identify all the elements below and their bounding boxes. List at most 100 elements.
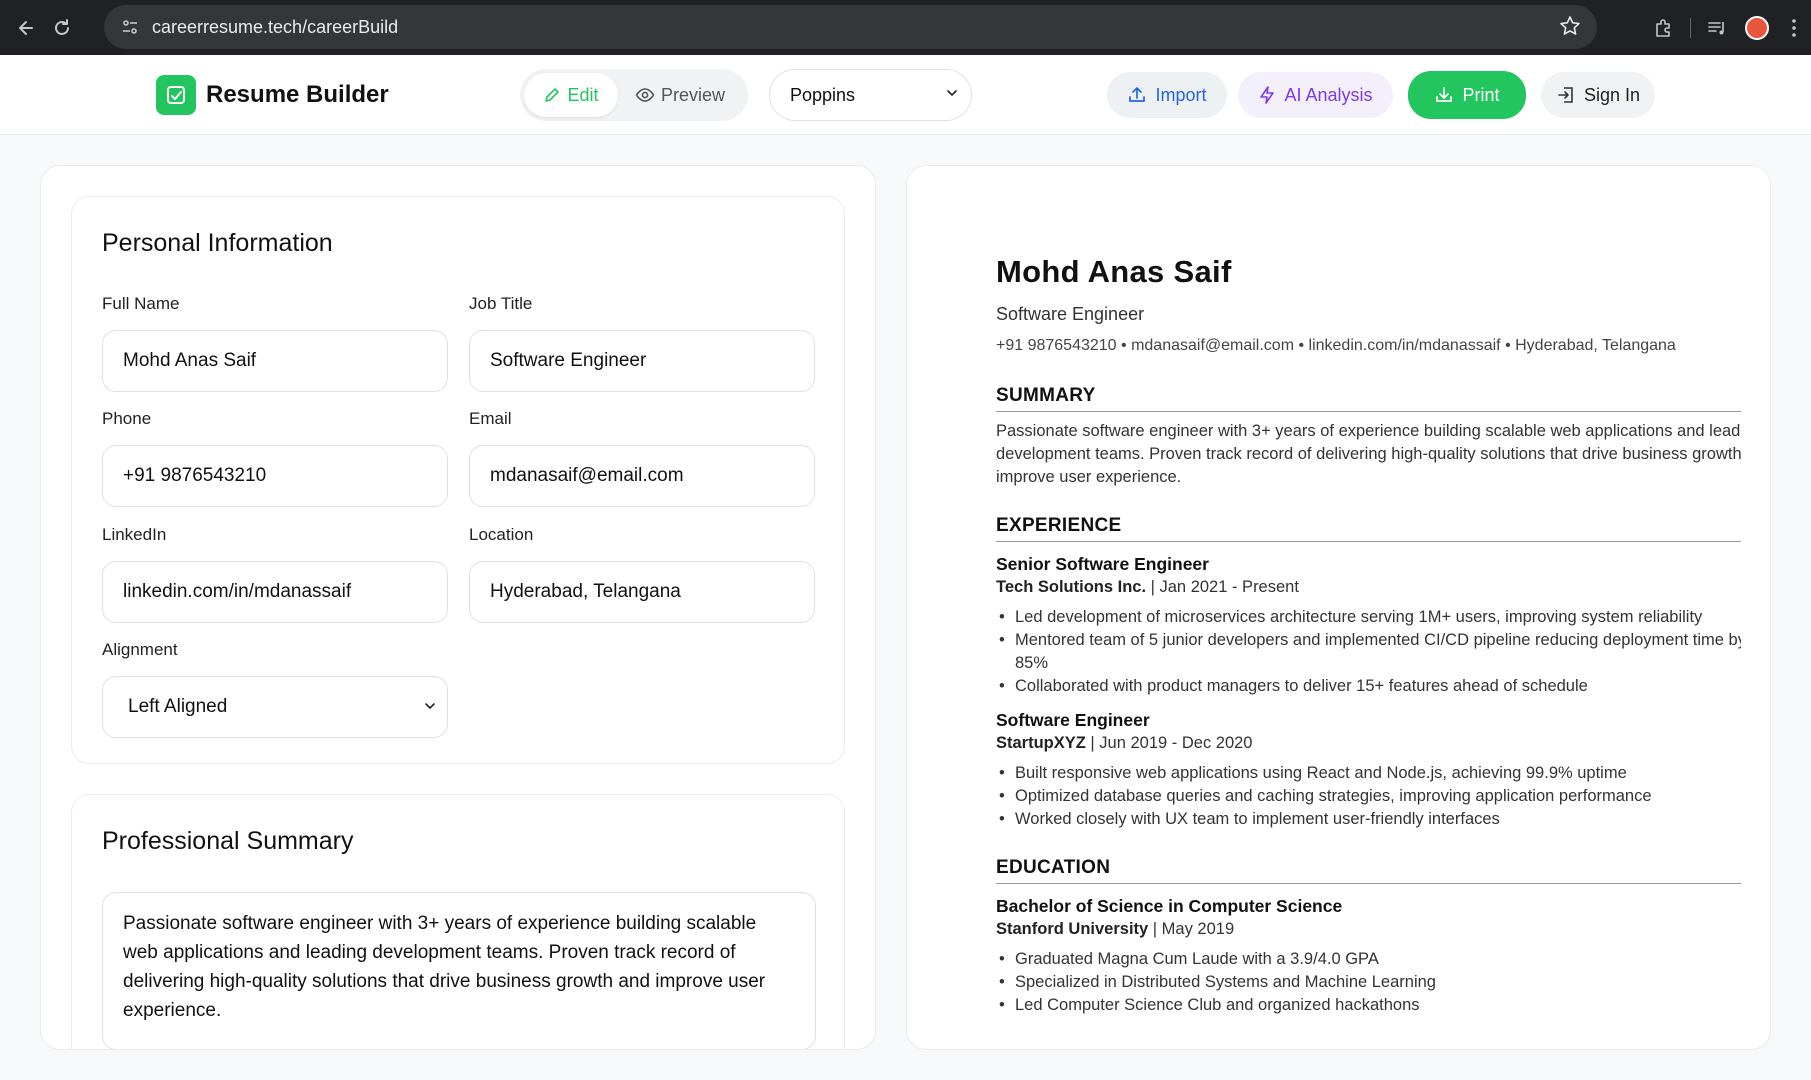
list-item: Collaborated with product managers to de… bbox=[996, 675, 1741, 698]
address-bar[interactable]: careerresume.tech/careerBuild bbox=[104, 5, 1597, 49]
professional-summary-heading: Professional Summary bbox=[102, 827, 354, 855]
location-input[interactable]: Hyderabad, Telangana bbox=[469, 561, 815, 623]
job-entry-dates: | Jan 2021 - Present bbox=[1146, 578, 1299, 596]
resume-document: Mohd Anas Saif Software Engineer +91 987… bbox=[996, 254, 1741, 1017]
resume-name: Mohd Anas Saif bbox=[996, 254, 1232, 289]
toolbar-divider bbox=[1690, 17, 1691, 38]
list-item: Led development of microservices archite… bbox=[996, 606, 1741, 629]
chevron-down-icon bbox=[425, 703, 435, 710]
resume-education-section: EDUCATION Bachelor of Science in Compute… bbox=[996, 857, 1741, 1017]
list-item: Led Computer Science Club and organized … bbox=[996, 994, 1741, 1017]
job-entry-company-line: StartupXYZ | Jun 2019 - Dec 2020 bbox=[996, 734, 1741, 758]
education-degree: Bachelor of Science in Computer Science bbox=[996, 896, 1343, 916]
email-input[interactable]: mdanasaif@email.com bbox=[469, 445, 815, 507]
job-title-label: Job Title bbox=[469, 294, 533, 313]
education-school-line: Stanford University | May 2019 bbox=[996, 920, 1741, 944]
chevron-down-icon bbox=[947, 90, 957, 97]
import-button[interactable]: Import bbox=[1107, 72, 1227, 118]
full-name-input[interactable]: Mohd Anas Saif bbox=[102, 330, 448, 392]
app-header: Resume Builder Edit Preview Poppins Impo… bbox=[0, 55, 1811, 135]
url-text: careerresume.tech/careerBuild bbox=[152, 16, 399, 37]
summary-textarea[interactable]: Passionate software engineer with 3+ yea… bbox=[102, 892, 816, 1049]
job-entry-company: StartupXYZ bbox=[996, 734, 1086, 752]
editor-panel[interactable]: Personal Information Full Name Mohd Anas… bbox=[40, 165, 876, 1050]
job-entry-company: Tech Solutions Inc. bbox=[996, 578, 1147, 596]
location-label: Location bbox=[469, 525, 534, 544]
summary-section-heading: SUMMARY bbox=[996, 385, 1741, 412]
brand[interactable]: Resume Builder bbox=[156, 75, 389, 115]
font-select[interactable]: Poppins bbox=[769, 69, 972, 121]
back-arrow-icon[interactable] bbox=[8, 10, 44, 46]
education-bullets: Graduated Magna Cum Laude with a 3.9/4.0… bbox=[996, 948, 1741, 1017]
preview-mode-button[interactable]: Preview bbox=[618, 73, 742, 117]
list-item: Built responsive web applications using … bbox=[996, 762, 1741, 785]
location-group: Location Hyderabad, Telangana bbox=[469, 525, 815, 623]
experience-entry: Software Engineer StartupXYZ | Jun 2019 … bbox=[996, 710, 1741, 831]
list-item: Specialized in Distributed Systems and M… bbox=[996, 971, 1741, 994]
mode-toggle: Edit Preview bbox=[520, 69, 748, 121]
eye-icon bbox=[635, 88, 655, 102]
job-entry-company-line: Tech Solutions Inc. | Jan 2021 - Present bbox=[996, 578, 1741, 602]
sign-in-button[interactable]: Sign In bbox=[1541, 72, 1655, 118]
extensions-icon[interactable] bbox=[1644, 8, 1684, 48]
print-button[interactable]: Print bbox=[1408, 71, 1526, 119]
sign-in-icon bbox=[1558, 87, 1573, 103]
profile-avatar[interactable] bbox=[1737, 8, 1777, 48]
phone-input[interactable]: +91 9876543210 bbox=[102, 445, 448, 507]
personal-info-card: Personal Information Full Name Mohd Anas… bbox=[71, 196, 845, 764]
pencil-icon bbox=[545, 88, 560, 102]
email-label: Email bbox=[469, 409, 512, 428]
reload-icon[interactable] bbox=[44, 10, 80, 46]
ai-analysis-button[interactable]: AI Analysis bbox=[1238, 72, 1393, 118]
full-name-label: Full Name bbox=[102, 294, 180, 313]
job-entry-dates: | Jun 2019 - Dec 2020 bbox=[1085, 734, 1253, 752]
resume-preview-panel[interactable]: Mohd Anas Saif Software Engineer +91 987… bbox=[906, 165, 1771, 1050]
linkedin-input[interactable]: linkedin.com/in/mdanassaif bbox=[102, 561, 448, 623]
bookmark-star-icon[interactable] bbox=[1559, 15, 1581, 42]
browser-actions bbox=[1644, 0, 1811, 55]
email-group: Email mdanasaif@email.com bbox=[469, 409, 815, 507]
job-entry-title: Software Engineer bbox=[996, 710, 1150, 730]
browser-toolbar: careerresume.tech/careerBuild bbox=[0, 0, 1811, 55]
list-item: Optimized database queries and caching s… bbox=[996, 785, 1741, 808]
upload-icon bbox=[1129, 87, 1146, 102]
resume-contact-line: +91 9876543210 • mdanasaif@email.com • l… bbox=[996, 337, 1676, 354]
education-entry: Bachelor of Science in Computer Science … bbox=[996, 896, 1741, 1017]
personal-info-heading: Personal Information bbox=[102, 229, 333, 257]
font-select-value: Poppins bbox=[790, 84, 856, 105]
resume-experience-section: EXPERIENCE Senior Software Engineer Tech… bbox=[996, 515, 1741, 831]
sign-in-label: Sign In bbox=[1583, 84, 1641, 105]
download-icon bbox=[1436, 87, 1453, 102]
education-school: Stanford University bbox=[996, 920, 1149, 938]
alignment-select[interactable]: Left Aligned bbox=[102, 676, 448, 738]
education-dates: | May 2019 bbox=[1148, 920, 1235, 938]
alignment-label: Alignment bbox=[102, 640, 178, 659]
site-settings-icon[interactable] bbox=[116, 18, 144, 36]
alignment-select-value: Left Aligned bbox=[128, 696, 228, 717]
linkedin-group: LinkedIn linkedin.com/in/mdanassaif bbox=[102, 525, 448, 623]
resume-summary-text: Passionate software engineer with 3+ yea… bbox=[996, 422, 1741, 486]
media-queue-icon[interactable] bbox=[1697, 8, 1737, 48]
experience-section-heading: EXPERIENCE bbox=[996, 515, 1741, 542]
full-name-group: Full Name Mohd Anas Saif bbox=[102, 294, 448, 392]
alignment-group: Alignment Left Aligned bbox=[102, 640, 448, 738]
resume-job-title: Software Engineer bbox=[996, 304, 1145, 324]
resume-summary-section: SUMMARY Passionate software engineer wit… bbox=[996, 385, 1741, 489]
job-title-group: Job Title Software Engineer bbox=[469, 294, 815, 392]
job-title-input[interactable]: Software Engineer bbox=[469, 330, 815, 392]
professional-summary-card: Professional Summary Passionate software… bbox=[71, 794, 845, 1049]
kebab-menu-icon[interactable] bbox=[1777, 8, 1811, 48]
edit-mode-button[interactable]: Edit bbox=[524, 73, 618, 117]
preview-mode-label: Preview bbox=[660, 84, 726, 105]
job-entry-bullets: Led development of microservices archite… bbox=[996, 606, 1741, 698]
experience-entry: Senior Software Engineer Tech Solutions … bbox=[996, 554, 1741, 698]
list-item: Worked closely with UX team to implement… bbox=[996, 808, 1741, 831]
resume-logo-icon bbox=[156, 75, 196, 115]
brand-name: Resume Builder bbox=[206, 81, 389, 108]
phone-group: Phone +91 9876543210 bbox=[102, 409, 448, 507]
education-section-heading: EDUCATION bbox=[996, 857, 1741, 884]
job-entry-bullets: Built responsive web applications using … bbox=[996, 762, 1741, 831]
phone-label: Phone bbox=[102, 409, 152, 428]
lightning-icon bbox=[1260, 86, 1275, 104]
import-label: Import bbox=[1155, 84, 1207, 105]
